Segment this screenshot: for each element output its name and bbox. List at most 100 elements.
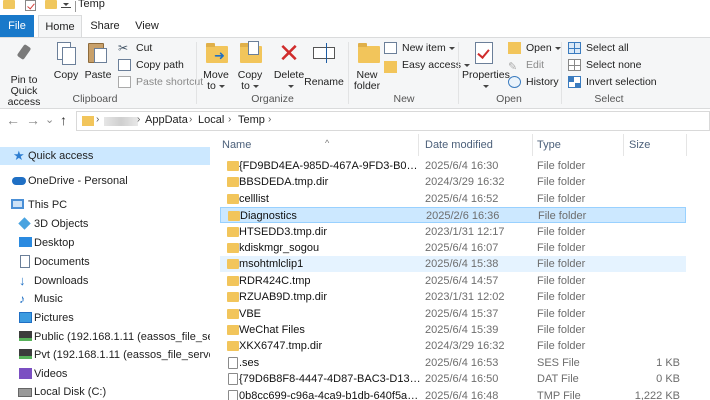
sidebar-item-pictures[interactable]: Pictures <box>0 309 210 327</box>
breadcrumb-chevron-icon[interactable]: › <box>268 114 271 125</box>
tab-view[interactable]: View <box>128 15 166 37</box>
paste-button[interactable]: Paste <box>84 40 112 81</box>
recent-locations-chevron-icon[interactable]: ⌄ <box>45 112 54 128</box>
breadcrumb-chevron-icon[interactable]: › <box>137 114 140 125</box>
move-to-button[interactable]: ➜ Move to <box>200 40 232 92</box>
sidebar-item-this-pc[interactable]: This PC <box>0 196 210 214</box>
title-bar: Temp <box>0 0 710 13</box>
select-none-button[interactable]: Select none <box>568 57 641 73</box>
breadcrumb-chevron-icon[interactable]: › <box>228 114 231 125</box>
open-label: Open <box>526 42 552 54</box>
column-divider[interactable] <box>418 134 419 156</box>
sidebar-item-local-disk[interactable]: Local Disk (C:) <box>0 383 210 400</box>
sidebar-item-desktop[interactable]: Desktop <box>0 234 210 252</box>
edit-button[interactable]: ✎ Edit <box>508 57 544 73</box>
column-header-size[interactable]: Size <box>629 132 685 158</box>
file-row[interactable]: RZUAB9D.tmp.dir 2023/1/31 12:02 File folde… <box>220 289 686 305</box>
new-folder-quick-icon[interactable] <box>45 0 57 9</box>
network-drive-icon <box>19 349 32 359</box>
star-icon: ★ <box>13 148 25 163</box>
column-divider[interactable] <box>686 134 687 156</box>
file-row[interactable]: msohtmlclip1 2025/6/4 15:38 File folder <box>220 256 686 273</box>
breadcrumb-local[interactable]: Local <box>198 114 224 126</box>
select-all-button[interactable]: Select all <box>568 40 629 56</box>
file-row[interactable]: Diagnostics 2025/2/6 16:36 File folder <box>220 207 686 224</box>
copy-path-button[interactable]: Copy path <box>118 57 184 73</box>
new-folder-button[interactable]: New folder <box>352 40 382 92</box>
sidebar-item-3d-objects[interactable]: 3D Objects <box>0 215 210 233</box>
delete-button[interactable]: ✕ Delete <box>272 40 306 92</box>
column-divider[interactable] <box>623 134 624 156</box>
column-header-type[interactable]: Type <box>537 132 625 158</box>
file-name: kdiskmgr_sogou <box>239 242 320 254</box>
file-name: RDR424C.tmp <box>239 274 311 287</box>
file-name: {79D6B8F8-4447-4D87-BAC3-D13260566... <box>239 373 423 386</box>
sidebar-item-label: Documents <box>34 256 90 268</box>
forward-arrow-icon[interactable]: → <box>26 112 40 128</box>
group-separator <box>348 42 349 104</box>
sidebar-item-public-share[interactable]: Public (192.168.1.11 (eassos_file_server… <box>0 328 210 346</box>
file-row[interactable]: WeChat Files 2025/6/4 15:39 File folder <box>220 322 686 338</box>
quick-access-toolbar-dropdown[interactable] <box>61 0 71 8</box>
file-row[interactable]: celllist 2025/6/4 16:52 File folder <box>220 191 686 207</box>
copy-path-label: Copy path <box>136 59 184 71</box>
breadcrumb-chevron-icon[interactable]: › <box>189 114 192 125</box>
breadcrumb-chevron-icon[interactable]: › <box>96 114 99 125</box>
download-icon: ↓ <box>19 273 26 288</box>
paste-shortcut-button[interactable]: Paste shortcut <box>118 74 203 90</box>
breadcrumb-appdata[interactable]: AppData <box>145 114 188 126</box>
file-row[interactable]: XKX6747.tmp.dir 2024/3/29 16:32 File folde… <box>220 338 686 354</box>
rename-label: Rename <box>304 76 344 88</box>
sidebar-item-label: This PC <box>28 199 68 211</box>
file-row[interactable]: {FD9BD4EA-985D-467A-9FD3-B0E932465...202… <box>220 158 686 174</box>
file-name: BBSDEDA.tmp.dir <box>239 176 329 189</box>
file-date-modified: 2025/6/4 16:48 <box>425 389 499 400</box>
column-header-label: Name <box>222 139 252 151</box>
tab-file[interactable]: File <box>0 15 34 37</box>
file-row[interactable]: BBSDEDA.tmp.dir 2024/3/29 16:32 File folde… <box>220 174 686 190</box>
cut-button[interactable]: ✂ Cut <box>118 40 152 56</box>
copy-to-button[interactable]: Copy to <box>234 40 266 92</box>
column-header-date[interactable]: Date modified <box>425 132 533 158</box>
select-none-icon <box>568 59 581 71</box>
file-type: File folder <box>537 307 586 320</box>
file-row[interactable]: RDR424C.tmp 2025/6/4 14:57 File folder <box>220 273 686 289</box>
sidebar-item-downloads[interactable]: ↓ Downloads <box>0 272 210 290</box>
folder-icon <box>227 292 239 303</box>
sidebar-item-pvt-share[interactable]: Pvt (192.168.1.11 (eassos_file_server se… <box>0 346 210 364</box>
file-type: File folder <box>537 291 586 304</box>
back-arrow-icon[interactable]: ← <box>6 112 20 128</box>
file-row[interactable]: VBE 2025/6/4 15:37 File folder <box>220 306 686 322</box>
breadcrumb-temp[interactable]: Temp <box>238 114 265 126</box>
group-separator <box>196 42 197 104</box>
up-arrow-icon[interactable]: ↑ <box>60 112 67 128</box>
open-button[interactable]: Open <box>508 40 561 56</box>
file-type: TMP File <box>537 389 581 400</box>
file-row[interactable]: 0b8cc699-c96a-4ca9-b1db-640f5a518da8...2… <box>220 388 686 400</box>
history-button[interactable]: History <box>508 74 559 90</box>
sidebar-item-music[interactable]: ♪ Music <box>0 290 210 308</box>
invert-selection-icon <box>568 76 581 88</box>
sidebar-item-onedrive[interactable]: OneDrive - Personal <box>0 172 210 190</box>
file-row[interactable]: kdiskmgr_sogou 2025/6/4 16:07 File folder <box>220 240 686 256</box>
cloud-icon <box>12 177 26 185</box>
sidebar-item-videos[interactable]: Videos <box>0 365 210 383</box>
file-row[interactable]: .ses 2025/6/4 16:53 SES File 1 KB <box>220 355 686 371</box>
tab-share[interactable]: Share <box>86 15 124 37</box>
file-row[interactable]: HTSEDD3.tmp.dir 2023/1/31 12:17 File folde… <box>220 224 686 240</box>
copy-to-label-2: to <box>241 80 250 92</box>
column-header-name[interactable]: ^ Name <box>222 132 418 158</box>
properties-quick-icon[interactable] <box>25 0 36 11</box>
sidebar-item-documents[interactable]: Documents <box>0 253 210 271</box>
file-row[interactable]: {79D6B8F8-4447-4D87-BAC3-D13260566...202… <box>220 371 686 387</box>
column-divider[interactable] <box>532 134 533 156</box>
properties-button[interactable]: Properties <box>462 40 510 92</box>
address-bar[interactable]: › › AppData › Local › Temp › <box>76 111 710 131</box>
tab-home[interactable]: Home <box>38 15 82 38</box>
sidebar-item-quick-access[interactable]: ★ Quick access <box>0 147 210 165</box>
copy-button[interactable]: Copy <box>52 40 80 81</box>
invert-selection-button[interactable]: Invert selection <box>568 74 657 90</box>
new-item-button[interactable]: New item <box>384 40 455 56</box>
copy-to-icon <box>238 40 262 66</box>
rename-button[interactable]: Rename <box>304 40 344 88</box>
